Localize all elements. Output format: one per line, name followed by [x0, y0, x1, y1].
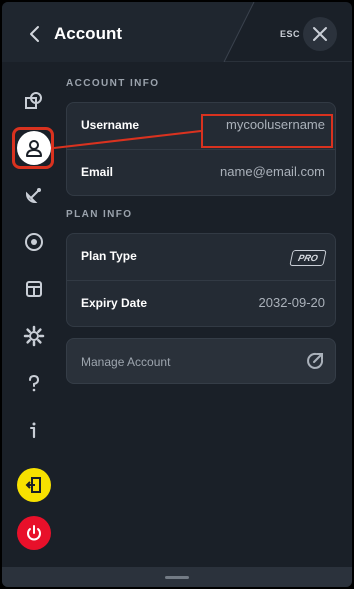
annotation-connector [53, 130, 202, 149]
annotation-highlight [12, 127, 54, 169]
account-window: Account ESC ACCOUNT INFO Username mycool… [2, 2, 352, 587]
annotation-box [201, 114, 333, 148]
